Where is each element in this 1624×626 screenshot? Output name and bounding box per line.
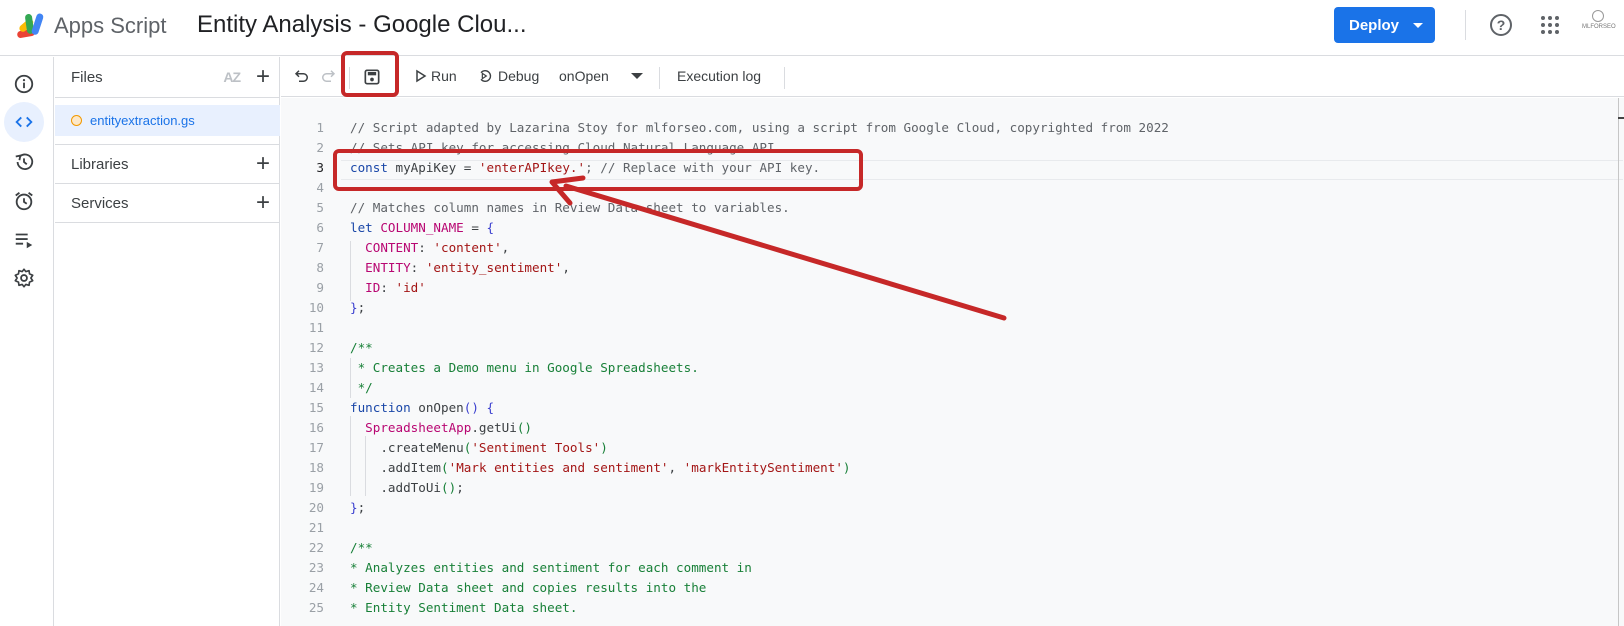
deploy-label: Deploy (1349, 16, 1400, 34)
files-panel: Files AZ + entityextraction.gs Libraries… (55, 57, 280, 626)
code-line: 18 .addItem('Mark entities and sentiment… (308, 460, 851, 475)
app-name[interactable]: Apps Script (54, 13, 167, 39)
top-bar: Apps Script Entity Analysis - Google Clo… (0, 0, 1624, 56)
info-icon (14, 74, 34, 94)
apps-script-logo-icon[interactable] (14, 10, 48, 40)
code-line: 14 */ (308, 380, 373, 395)
code-line: 16 SpreadsheetApp.getUi() (308, 420, 532, 435)
libraries-section[interactable]: Libraries + (55, 144, 280, 184)
code-line: 5// Matches column names in Review Data … (316, 200, 790, 215)
divider (784, 67, 785, 89)
project-title[interactable]: Entity Analysis - Google Clou... (197, 11, 526, 39)
add-library-icon[interactable]: + (256, 152, 270, 176)
code-line: 11 (308, 320, 324, 335)
function-select-value: onOpen (559, 68, 609, 84)
editor-toolbar: Run Debug onOpen Execution log (281, 57, 1624, 97)
avatar-image-icon (1592, 10, 1604, 22)
save-button[interactable] (362, 67, 382, 87)
services-section[interactable]: Services + (55, 184, 280, 223)
add-file-icon[interactable]: + (256, 65, 270, 89)
history-icon (15, 153, 34, 171)
code-line: 6 let COLUMN_NAME = { (316, 220, 495, 235)
code-line: 15 function onOpen() { (308, 400, 495, 415)
code-icon (15, 116, 33, 128)
rail-settings[interactable] (6, 260, 42, 296)
code-line: 2// Sets API key for accessing Cloud Nat… (316, 140, 783, 155)
rail-executions[interactable] (6, 222, 42, 258)
api-key-line: 3 const myApiKey = 'enterAPIkey.'; // Rep… (316, 160, 821, 175)
function-select[interactable]: onOpen (559, 68, 643, 84)
chevron-down-icon (1413, 22, 1424, 28)
code-line: 4 (316, 180, 324, 195)
services-label: Services (71, 194, 129, 212)
file-item[interactable]: entityextraction.gs (55, 105, 280, 136)
debug-label: Debug (498, 68, 540, 84)
file-name: entityextraction.gs (90, 113, 195, 128)
avatar-label: MLFORSEO (1582, 24, 1616, 30)
code-line: 25 * Entity Sentiment Data sheet. (308, 600, 578, 615)
divider (1465, 10, 1466, 40)
code-line: 12/** (308, 340, 373, 355)
undo-button[interactable] (293, 67, 311, 85)
code-line: 22/** (308, 540, 373, 555)
dropdown-arrow-icon (630, 73, 643, 79)
code-line: 1// Script adapted by Lazarina Stoy for … (316, 120, 1169, 135)
code-line: 23 * Analyzes entities and sentiment for … (308, 560, 752, 575)
play-icon (416, 69, 427, 83)
code-line: 19 .addToUi(); (308, 480, 464, 495)
files-label: Files (71, 68, 103, 86)
nav-rail (0, 57, 54, 626)
debug-icon (480, 70, 492, 82)
code-line: 9 ID: 'id' (316, 280, 426, 295)
redo-button[interactable] (319, 67, 337, 85)
run-label: Run (431, 68, 457, 84)
save-icon (364, 69, 380, 85)
add-service-icon[interactable]: + (256, 191, 270, 215)
code-line: 24 * Review Data sheet and copies results… (308, 580, 707, 595)
scrollbar[interactable] (1618, 98, 1619, 626)
divider (659, 67, 660, 89)
code-line: 20}; (308, 500, 366, 515)
gear-icon (14, 268, 34, 288)
playlist-play-icon (15, 233, 33, 249)
divider (349, 67, 350, 89)
code-line: 8 ENTITY: 'entity_sentiment', (316, 260, 570, 275)
run-button[interactable]: Run (415, 68, 457, 84)
code-line: 10}; (308, 300, 366, 315)
code-editor[interactable]: 1// Script adapted by Lazarina Stoy for … (281, 98, 1624, 626)
debug-button[interactable]: Debug (477, 68, 539, 84)
help-icon[interactable]: ? (1490, 14, 1512, 36)
deploy-button[interactable]: Deploy (1334, 7, 1435, 43)
unsaved-indicator-icon (71, 115, 82, 126)
code-line: 17 .createMenu('Sentiment Tools') (308, 440, 608, 455)
scrollbar-marker (1618, 117, 1624, 119)
execution-log-label: Execution log (677, 68, 762, 84)
apps-grid-icon[interactable] (1541, 16, 1559, 34)
sort-az-icon[interactable]: AZ (223, 69, 241, 85)
alarm-icon (15, 192, 33, 211)
files-header: Files AZ + (55, 57, 280, 98)
libraries-label: Libraries (71, 155, 129, 173)
code-line: 21 (308, 520, 324, 535)
rail-triggers[interactable] (6, 183, 42, 219)
code-line: 7 CONTENT: 'content', (316, 240, 510, 255)
rail-editor[interactable] (4, 102, 44, 142)
avatar[interactable]: MLFORSEO (1582, 10, 1616, 42)
redo-icon (322, 70, 336, 82)
undo-icon (294, 70, 308, 82)
rail-history[interactable] (6, 144, 42, 180)
execution-log-button[interactable]: Execution log (677, 68, 761, 84)
rail-overview[interactable] (6, 66, 42, 102)
code-line: 13 * Creates a Demo menu in Google Sprea… (308, 360, 699, 375)
